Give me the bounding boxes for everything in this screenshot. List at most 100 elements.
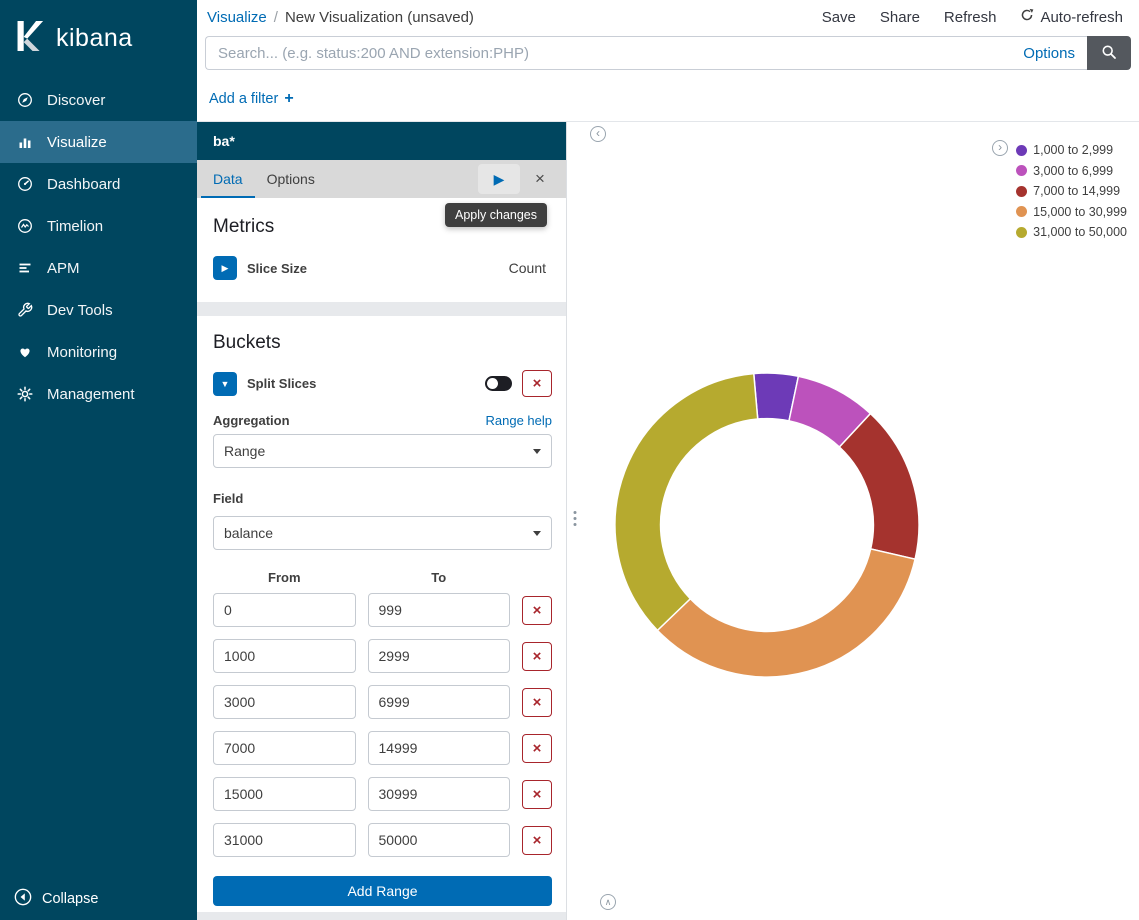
delete-range-button[interactable]: × [522, 688, 552, 717]
caret-down-icon: ▼ [221, 379, 230, 389]
range-from-input[interactable] [213, 593, 356, 627]
legend-item[interactable]: 3,000 to 6,999 [1016, 161, 1127, 182]
close-icon: × [535, 169, 545, 188]
pie-slice[interactable] [839, 414, 919, 560]
sidebar-item-management[interactable]: Management [0, 373, 197, 415]
delete-range-button[interactable]: × [522, 826, 552, 855]
sidebar-item-apm[interactable]: APM [0, 247, 197, 289]
plus-icon: + [284, 90, 293, 108]
pie-slice[interactable] [657, 549, 915, 677]
range-help-link[interactable]: Range help [486, 413, 553, 428]
legend-dot [1016, 227, 1027, 238]
toggle-knob [487, 378, 498, 389]
save-button[interactable]: Save [822, 9, 856, 26]
bucket-collapse-button[interactable]: ▼ [213, 372, 237, 396]
sidebar-item-label: Monitoring [47, 344, 117, 361]
sidebar-item-dashboard[interactable]: Dashboard [0, 163, 197, 205]
legend-label: 1,000 to 2,999 [1033, 143, 1113, 157]
from-column-header: From [213, 570, 356, 585]
field-select[interactable]: balance [213, 516, 552, 550]
search-icon [1101, 44, 1117, 63]
range-row: × [213, 777, 552, 811]
share-button[interactable]: Share [880, 9, 920, 26]
range-from-input[interactable] [213, 685, 356, 719]
delete-bucket-button[interactable]: × [522, 370, 552, 397]
split-slices-toggle[interactable] [485, 376, 512, 391]
sidebar-item-visualize[interactable]: Visualize [0, 121, 197, 163]
delete-range-button[interactable]: × [522, 734, 552, 763]
delete-range-button[interactable]: × [522, 596, 552, 625]
sidebar-item-discover[interactable]: Discover [0, 79, 197, 121]
range-from-input[interactable] [213, 731, 356, 765]
breadcrumb-separator: / [274, 9, 278, 26]
legend-dot [1016, 186, 1027, 197]
sidebar-item-label: Timelion [47, 218, 103, 235]
query-bar: Options [205, 36, 1087, 70]
sidebar-item-dev-tools[interactable]: Dev Tools [0, 289, 197, 331]
spacer [522, 570, 552, 585]
range-to-input[interactable] [368, 685, 511, 719]
legend-label: 15,000 to 30,999 [1033, 205, 1127, 219]
auto-refresh-button[interactable]: Auto-refresh [1020, 8, 1123, 26]
bucket-type-label: Split Slices [247, 376, 316, 391]
kibana-app: kibana Discover Visualize Dashboard [0, 0, 1139, 920]
main-content: ba* Data Options ▶ × Apply changes Metri… [197, 122, 1139, 920]
legend-item[interactable]: 1,000 to 2,999 [1016, 140, 1127, 161]
range-to-input[interactable] [368, 777, 511, 811]
discard-changes-button[interactable]: × [522, 160, 558, 198]
range-from-input[interactable] [213, 639, 356, 673]
refresh-button[interactable]: Refresh [944, 9, 997, 26]
sidebar-item-timelion[interactable]: Timelion [0, 205, 197, 247]
query-options-link[interactable]: Options [1011, 45, 1087, 62]
legend-item[interactable]: 15,000 to 30,999 [1016, 202, 1127, 223]
legend-item[interactable]: 31,000 to 50,000 [1016, 222, 1127, 243]
bar-chart-icon [17, 134, 34, 150]
breadcrumb: Visualize / New Visualization (unsaved) [207, 9, 474, 26]
range-to-input[interactable] [368, 731, 511, 765]
apply-changes-button[interactable]: ▶ [478, 164, 520, 194]
sidebar-item-label: Management [47, 386, 135, 403]
sidebar-item-label: Visualize [47, 134, 107, 151]
drag-handle-icon[interactable] [571, 509, 578, 528]
wrench-icon [17, 302, 34, 318]
add-range-button[interactable]: Add Range [213, 876, 552, 906]
chevron-right-icon[interactable]: › [992, 140, 1008, 156]
kibana-logo-mark-icon [14, 20, 44, 57]
add-filter-button[interactable]: Add a filter + [209, 90, 294, 108]
tab-data[interactable]: Data [201, 160, 255, 198]
chart-legend: 1,000 to 2,999 3,000 to 6,9997,000 to 14,… [1016, 140, 1127, 243]
range-from-input[interactable] [213, 777, 356, 811]
donut-chart [607, 365, 927, 685]
range-from-input[interactable] [213, 823, 356, 857]
chevron-left-icon[interactable]: ‹ [590, 126, 606, 142]
metric-expand-button[interactable]: ▶ [213, 256, 237, 280]
index-pattern-header: ba* [197, 122, 566, 160]
delete-range-button[interactable]: × [522, 642, 552, 671]
legend-item[interactable]: 7,000 to 14,999 [1016, 181, 1127, 202]
range-to-input[interactable] [368, 823, 511, 857]
delete-range-button[interactable]: × [522, 780, 552, 809]
toolbar-spacer [327, 160, 476, 198]
metric-row: ▶ Slice Size Count [213, 256, 552, 280]
legend-label: 31,000 to 50,000 [1033, 225, 1127, 239]
chevron-up-icon[interactable]: ∧ [600, 894, 616, 910]
search-submit-button[interactable] [1087, 36, 1131, 70]
sidebar-collapse-button[interactable]: Collapse [14, 888, 98, 910]
heart-pulse-icon [17, 344, 34, 360]
pie-slice[interactable] [615, 374, 758, 631]
legend-dot [1016, 165, 1027, 176]
collapse-circle-left-icon [14, 888, 32, 910]
breadcrumb-visualize-link[interactable]: Visualize [207, 9, 267, 26]
kibana-logo[interactable]: kibana [0, 0, 197, 79]
metric-label: Slice Size [247, 261, 307, 276]
aggregation-select[interactable]: Range [213, 434, 552, 468]
range-to-input[interactable] [368, 639, 511, 673]
metric-value: Count [509, 260, 552, 276]
panel-resizer[interactable] [567, 122, 582, 920]
search-input[interactable] [206, 45, 1011, 62]
tab-options[interactable]: Options [255, 160, 327, 198]
top-header: Visualize / New Visualization (unsaved) … [197, 0, 1139, 122]
range-to-input[interactable] [368, 593, 511, 627]
filter-bar: Add a filter + [197, 78, 1139, 122]
sidebar-item-monitoring[interactable]: Monitoring [0, 331, 197, 373]
